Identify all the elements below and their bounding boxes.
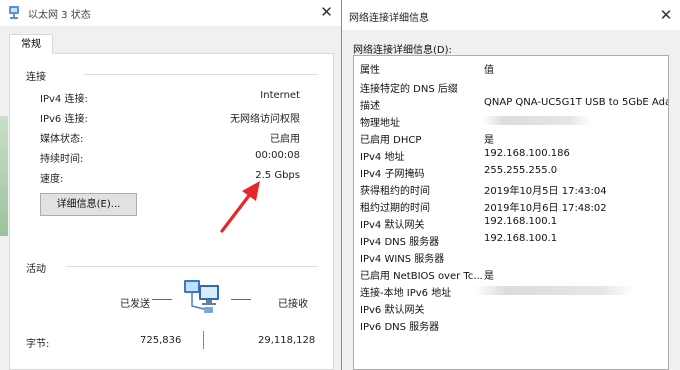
media-state-value: 已启用	[270, 134, 300, 145]
redacted-mac-address	[482, 116, 592, 125]
property-cell: IPv4 地址	[360, 152, 405, 163]
received-label: 已接收	[278, 299, 308, 310]
value-cell: 255.255.255.0	[484, 165, 558, 176]
network-activity-icon	[184, 280, 219, 313]
value-cell: 192.168.100.1	[484, 233, 558, 244]
network-adapter-icon	[9, 6, 19, 19]
duration-label: 持续时间:	[40, 154, 84, 165]
status-titlebar: 以太网 3 状态 ✕	[0, 0, 341, 26]
value-cell: QNAP QNA-UC5G1T USB to 5GbE Adap	[484, 97, 669, 108]
property-cell: 连接-本地 IPv6 地址	[360, 288, 452, 299]
general-panel: 连接 IPv4 连接: Internet IPv6 连接: 无网络访问权限 媒体…	[9, 53, 334, 370]
close-icon: ✕	[659, 6, 673, 24]
sent-label: 已发送	[120, 299, 150, 310]
property-cell: 已启用 NetBIOS over Tc...	[360, 271, 483, 282]
connection-group-label: 连接	[26, 72, 46, 83]
value-cell: 2019年10月5日 17:43:04	[484, 186, 607, 197]
status-tabs-area: 常规 连接 IPv4 连接: Internet IPv6 连接: 无网络访问权限…	[0, 26, 341, 370]
status-window-title: 以太网 3 状态	[28, 10, 91, 21]
media-state-label: 媒体状态:	[40, 134, 84, 145]
activity-group-divider	[66, 266, 318, 267]
ipv6-connection-value: 无网络访问权限	[230, 114, 300, 125]
adapter-status-window: 以太网 3 状态 ✕ 常规 连接 IPv4 连接: Internet IPv6 …	[0, 0, 341, 370]
tab-general[interactable]: 常规	[9, 34, 53, 54]
property-cell: IPv6 DNS 服务器	[360, 322, 440, 333]
duration-value: 00:00:08	[255, 150, 300, 161]
property-cell: 物理地址	[360, 118, 400, 129]
status-close-button[interactable]: ✕	[312, 0, 341, 26]
connection-group-divider	[84, 74, 318, 75]
details-window-title: 网络连接详细信息	[349, 13, 429, 24]
value-cell: 2019年10月6日 17:48:02	[484, 203, 607, 214]
sent-dash	[152, 299, 172, 300]
property-cell: 连接特定的 DNS 后缀	[360, 84, 458, 95]
background-window-edge	[0, 116, 8, 236]
annotation-arrow-icon	[220, 181, 260, 233]
ipv6-connection-label: IPv6 连接:	[40, 114, 88, 125]
property-cell: IPv6 默认网关	[360, 305, 425, 316]
ipv4-connection-label: IPv4 连接:	[40, 94, 88, 105]
value-cell: 192.168.100.186	[484, 148, 570, 159]
network-details-window: 网络连接详细信息 ✕ 网络连接详细信息(D): 属性 值 连接特定的 DNS 后…	[341, 0, 680, 370]
property-cell: IPv4 WINS 服务器	[360, 254, 445, 265]
column-header-value[interactable]: 值	[484, 61, 494, 76]
property-cell: 获得租约的时间	[360, 186, 430, 197]
details-close-button[interactable]: ✕	[652, 2, 680, 28]
redacted-ipv6-address	[474, 286, 634, 295]
property-cell: IPv4 子网掩码	[360, 169, 425, 180]
close-icon: ✕	[320, 3, 333, 21]
property-cell: 描述	[360, 101, 380, 112]
value-cell: 192.168.100.1	[484, 216, 558, 227]
property-cell: IPv4 默认网关	[360, 220, 425, 231]
bytes-received-value: 29,118,128	[258, 335, 316, 346]
details-caption: 网络连接详细信息(D):	[353, 45, 452, 56]
bytes-divider	[203, 331, 204, 349]
received-dash	[231, 299, 251, 300]
ipv4-connection-value: Internet	[260, 90, 300, 101]
bytes-label: 字节:	[26, 339, 50, 350]
details-button[interactable]: 详细信息(E)...	[40, 193, 137, 216]
property-cell: IPv4 DNS 服务器	[360, 237, 440, 248]
value-cell: 是	[484, 271, 494, 282]
property-cell: 已启用 DHCP	[360, 135, 422, 146]
column-header-property[interactable]: 属性	[360, 61, 380, 76]
details-listview[interactable]: 属性 值 连接特定的 DNS 后缀 描述 QNAP QNA-UC5G1T USB…	[353, 55, 669, 370]
details-titlebar: 网络连接详细信息 ✕	[342, 0, 680, 30]
bytes-sent-value: 725,836	[140, 335, 182, 346]
value-cell: 是	[484, 135, 494, 146]
property-cell: 租约过期的时间	[360, 203, 430, 214]
activity-group-label: 活动	[26, 264, 46, 275]
speed-label: 速度:	[40, 174, 64, 185]
